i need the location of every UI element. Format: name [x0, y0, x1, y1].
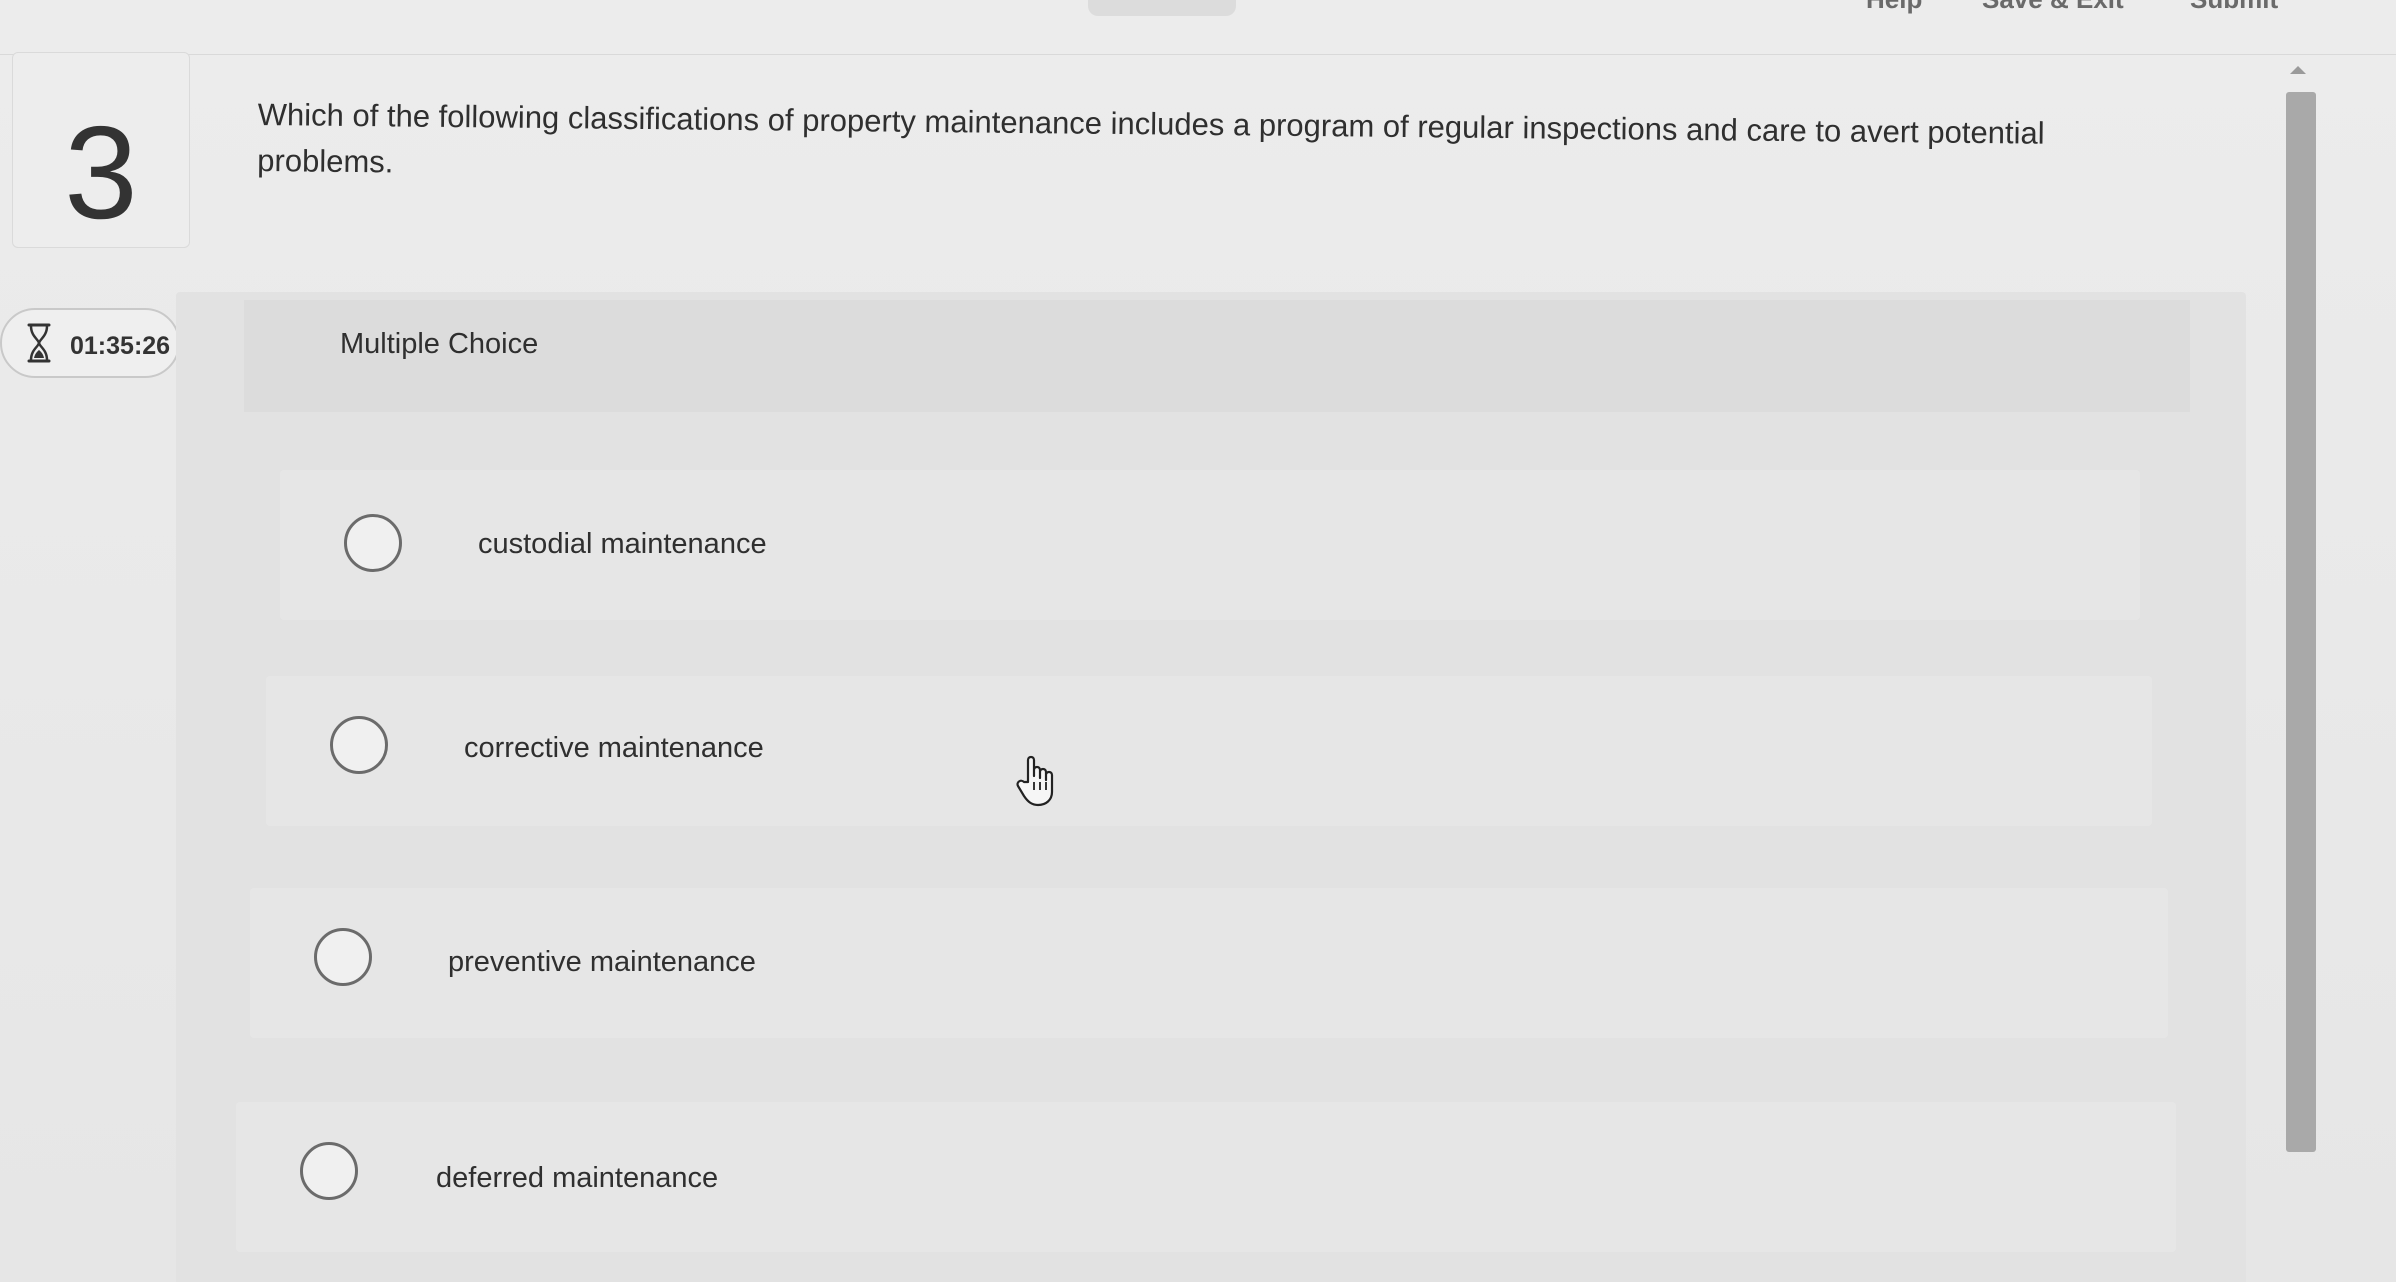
answer-option[interactable]: corrective maintenance [266, 676, 2152, 826]
answer-option-label: preventive maintenance [448, 946, 756, 978]
top-tab[interactable] [1088, 0, 1236, 16]
question-text: Which of the following classifications o… [257, 96, 2045, 180]
question-number: 3 [64, 99, 138, 246]
answer-option[interactable]: custodial maintenance [280, 470, 2140, 620]
radio-button[interactable] [344, 514, 402, 572]
question-type-label: Multiple Choice [340, 328, 539, 360]
answer-option[interactable]: deferred maintenance [236, 1102, 2176, 1252]
radio-button[interactable] [314, 928, 372, 986]
scroll-up-icon[interactable] [2290, 66, 2306, 74]
hand-cursor-icon [1016, 755, 1054, 807]
answer-option-label: deferred maintenance [436, 1162, 719, 1194]
hourglass-icon [27, 323, 51, 363]
answer-option[interactable]: preventive maintenance [250, 888, 2168, 1038]
answer-option-label: corrective maintenance [464, 732, 764, 764]
scrollbar-thumb[interactable] [2286, 92, 2316, 1152]
radio-button[interactable] [300, 1142, 358, 1200]
top-bar: Help Save & Exit Submit [0, 0, 2396, 55]
question-number-box: 3 [12, 52, 190, 248]
quiz-page: Help Save & Exit Submit 3 Which of the f… [0, 0, 2396, 1282]
save-exit-link[interactable]: Save & Exit [1982, 0, 2124, 15]
answer-option-label: custodial maintenance [478, 528, 767, 560]
submit-link[interactable]: Submit [2190, 0, 2278, 15]
timer-value: 01:35:26 [70, 332, 171, 360]
radio-button[interactable] [330, 716, 388, 774]
timer[interactable]: 01:35:26 [0, 308, 180, 378]
help-link[interactable]: Help [1866, 0, 1922, 15]
